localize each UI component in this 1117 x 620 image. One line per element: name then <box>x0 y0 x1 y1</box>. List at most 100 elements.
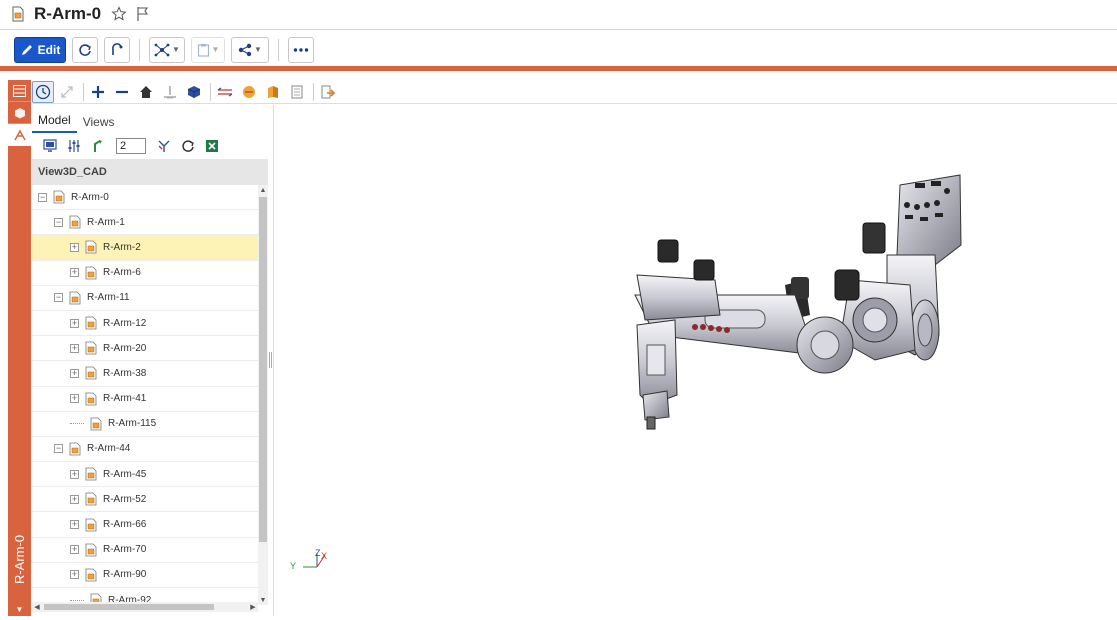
section-button[interactable] <box>238 81 260 103</box>
tree-header: View3D_CAD <box>32 159 268 185</box>
tree-row[interactable]: R-Arm-115 <box>32 412 258 437</box>
part-document-icon <box>69 442 81 456</box>
collapse-node-icon[interactable]: − <box>38 192 47 202</box>
scroll-right-icon[interactable]: ▶ <box>248 602 258 612</box>
tree-connector <box>70 599 84 601</box>
tree-row[interactable]: + R-Arm-41 <box>32 387 258 412</box>
robot-arm-model[interactable]: Z X Y <box>275 105 1117 616</box>
part-document-icon <box>85 341 97 355</box>
tree-row-label: R-Arm-2 <box>103 241 141 253</box>
expand-node-icon[interactable]: + <box>70 242 79 252</box>
horizontal-scrollbar[interactable]: ◀ ▶ <box>32 602 258 612</box>
export-button[interactable] <box>317 81 339 103</box>
tree-row[interactable]: − R-Arm-44 <box>32 437 258 463</box>
tree-row[interactable]: + R-Arm-6 <box>32 261 258 286</box>
tree-row[interactable]: + R-Arm-38 <box>32 361 258 387</box>
rotate-icon <box>112 42 123 55</box>
assembly-tool-toggle[interactable] <box>8 124 31 146</box>
collapse-node-icon[interactable]: − <box>54 293 63 303</box>
tree-row-label: R-Arm-115 <box>108 418 157 430</box>
part-document-icon <box>69 291 81 305</box>
edit-button[interactable]: Edit <box>14 36 66 63</box>
tree-row[interactable]: + R-Arm-20 <box>32 336 258 362</box>
expand-node-icon[interactable]: + <box>70 469 79 479</box>
favorite-star-icon[interactable] <box>111 6 127 22</box>
tree-row[interactable]: + R-Arm-12 <box>32 311 258 337</box>
expand-tree-icon <box>94 140 102 152</box>
share-dropdown-button[interactable]: ▼ <box>231 36 269 63</box>
tree-row[interactable]: − R-Arm-1 <box>32 210 258 236</box>
compass-select-icon <box>35 84 51 99</box>
refresh-button[interactable] <box>72 36 98 63</box>
display-settings-button[interactable] <box>38 135 62 157</box>
sidebar-vertical-title: R-Arm-0 <box>8 524 31 594</box>
flag-icon[interactable] <box>135 6 151 22</box>
expand-node-icon[interactable]: + <box>70 394 79 404</box>
tree-row-label: R-Arm-52 <box>103 493 147 505</box>
part-document-icon <box>85 392 97 405</box>
expand-node-icon[interactable]: + <box>70 368 79 378</box>
3d-part-toggle[interactable] <box>8 102 31 124</box>
select-tool-button[interactable] <box>32 80 54 103</box>
tree-row[interactable]: + R-Arm-70 <box>32 538 258 563</box>
tree-row[interactable]: − R-Arm-11 <box>32 286 258 311</box>
panel-splitter-handle[interactable] <box>269 352 272 368</box>
expand-node-icon[interactable]: + <box>70 545 79 555</box>
expand-level-button[interactable] <box>86 135 110 157</box>
clipboard-dropdown-button[interactable]: ▼ <box>191 36 225 63</box>
horizontal-scroll-thumb[interactable] <box>44 604 214 610</box>
scroll-left-icon[interactable]: ◀ <box>32 602 42 612</box>
expand-node-icon[interactable]: + <box>70 343 79 353</box>
tree-row[interactable]: + R-Arm-66 <box>32 512 258 538</box>
section-cut-icon <box>243 85 255 98</box>
part-document-icon <box>85 492 97 506</box>
tab-views[interactable]: Views <box>77 115 121 133</box>
expand-node-icon[interactable]: + <box>70 520 79 530</box>
expand-level-input[interactable] <box>116 138 146 154</box>
refresh-tree-button[interactable] <box>176 135 200 157</box>
collapse-node-icon[interactable]: − <box>54 217 63 227</box>
3d-viewport[interactable]: Z X Y <box>275 105 1117 616</box>
collapse-node-icon[interactable]: − <box>54 444 63 454</box>
rotate-view-button[interactable] <box>104 36 130 63</box>
scroll-down-icon[interactable]: ▼ <box>258 595 268 605</box>
notes-button[interactable] <box>286 81 308 103</box>
structure-dropdown-button[interactable]: ▼ <box>149 36 185 63</box>
expand-node-icon[interactable]: + <box>70 570 79 580</box>
part-document-icon <box>12 6 24 22</box>
expand-node-icon[interactable]: + <box>70 494 79 504</box>
fit-extents-button[interactable] <box>56 81 78 103</box>
tab-model[interactable]: Model <box>32 113 77 133</box>
tree-row[interactable]: + R-Arm-2 <box>32 235 258 261</box>
more-dots-icon <box>293 47 309 52</box>
collapse-all-button[interactable] <box>152 135 176 157</box>
tree-row[interactable]: + R-Arm-90 <box>32 563 258 588</box>
part-document-icon <box>85 241 97 254</box>
shaded-view-button[interactable] <box>183 81 205 103</box>
robot-arm-icon <box>13 129 26 141</box>
tree-row-label: R-Arm-0 <box>71 191 109 203</box>
more-actions-button[interactable] <box>288 36 314 63</box>
tree-row[interactable]: + R-Arm-52 <box>32 487 258 513</box>
refresh-icon <box>182 140 194 152</box>
filter-settings-button[interactable] <box>62 135 86 157</box>
notes-icon <box>291 85 303 98</box>
expand-node-icon[interactable]: + <box>70 268 79 278</box>
zoom-in-button[interactable] <box>87 81 109 103</box>
vertical-scrollbar[interactable]: ▲ ▼ <box>258 185 268 605</box>
zoom-out-button[interactable] <box>111 81 133 103</box>
export-excel-button[interactable] <box>200 135 224 157</box>
sidebar-collapse-button[interactable]: ▼ <box>8 602 31 616</box>
measure-button[interactable] <box>214 81 236 103</box>
ground-plane-button[interactable] <box>159 81 181 103</box>
expand-node-icon[interactable]: + <box>70 318 79 328</box>
chevron-down-icon: ▼ <box>254 45 262 54</box>
explode-button[interactable] <box>262 81 284 103</box>
home-view-button[interactable] <box>135 81 157 103</box>
scroll-up-icon[interactable]: ▲ <box>258 185 268 195</box>
structure-panel-toggle[interactable] <box>8 80 31 102</box>
tree-row[interactable]: + R-Arm-45 <box>32 462 258 488</box>
vertical-scroll-thumb[interactable] <box>259 197 267 542</box>
part-document-icon <box>85 467 97 481</box>
tree-row[interactable]: − R-Arm-0 <box>32 185 258 211</box>
